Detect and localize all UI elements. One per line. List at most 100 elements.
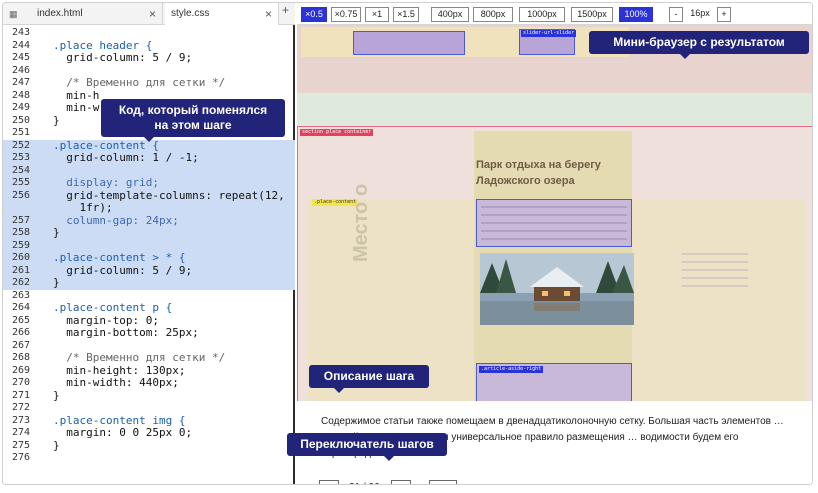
code-text: } bbox=[53, 226, 60, 239]
line-number: 246 bbox=[11, 64, 30, 76]
line-number: 264 bbox=[11, 302, 30, 313]
code-line[interactable]: 258} bbox=[3, 226, 295, 240]
font-decrease-button[interactable]: - bbox=[669, 7, 683, 22]
code-line[interactable]: 260 .place-content > * { bbox=[3, 251, 295, 265]
line-number: 265 bbox=[11, 314, 30, 326]
tab-style-css[interactable]: style.css × bbox=[165, 3, 279, 25]
line-number: 258 bbox=[11, 227, 30, 238]
width-button[interactable]: 100% bbox=[619, 7, 653, 22]
callout-code-changed: Код, который поменялся на этом шаге bbox=[101, 99, 285, 142]
mini-browser: ×0.5 ×0.75 ×1 ×1.5 400px 800px 1000px 1500px 100… bbox=[297, 3, 812, 484]
code-text: display: grid; bbox=[53, 176, 159, 189]
tab-label: style.css bbox=[171, 8, 210, 19]
aside-tag: .article-aside-right bbox=[479, 366, 544, 373]
width-button[interactable]: 1000px bbox=[519, 7, 565, 22]
code-line[interactable]: 256 grid-template-columns: repeat(12, bbox=[3, 189, 295, 202]
line-number: 271 bbox=[11, 389, 30, 401]
line-number: 256 bbox=[11, 189, 30, 201]
line-number: 250 bbox=[11, 114, 30, 126]
line-number: 274 bbox=[11, 427, 30, 438]
line-number: 260 bbox=[11, 252, 30, 263]
step-counter: 21 / 36 bbox=[349, 482, 385, 484]
add-tab-icon[interactable]: + bbox=[282, 3, 289, 17]
line-number: 245 bbox=[11, 52, 30, 63]
header-overlay bbox=[301, 27, 629, 57]
code-line[interactable]: 247 /* Временно для сетки */ bbox=[3, 76, 295, 90]
code-line[interactable]: 271} bbox=[3, 388, 295, 403]
zoom-button[interactable]: ×0.5 bbox=[301, 7, 327, 22]
code-line[interactable]: 266 margin-bottom: 25px; bbox=[3, 326, 295, 340]
code-text: } bbox=[53, 388, 60, 402]
diff-button[interactable]: diff bbox=[429, 480, 457, 484]
code-line[interactable]: 262} bbox=[3, 276, 295, 290]
code-area[interactable]: 243 244 .place header {245 grid-column: 5 … bbox=[3, 27, 295, 465]
code-line[interactable]: 1fr); bbox=[3, 201, 295, 215]
article-title: Парк отдыха на берегу Ладожского озера bbox=[476, 159, 601, 187]
line-number: 251 bbox=[11, 127, 30, 138]
zoom-button[interactable]: ×1.5 bbox=[393, 7, 419, 22]
code-text: min-width: 440px; bbox=[53, 376, 179, 389]
line-number: 267 bbox=[11, 339, 30, 351]
app-window: ▦ index.html × style.css × + 243 244 .plac… bbox=[2, 2, 813, 485]
code-line[interactable]: 270 min-width: 440px; bbox=[3, 376, 295, 390]
code-text: margin-bottom: 25px; bbox=[53, 326, 199, 339]
line-number: 266 bbox=[11, 327, 30, 338]
side-note bbox=[682, 253, 748, 293]
callout-text: Мини-браузер с результатом bbox=[613, 35, 785, 49]
zoom-button[interactable]: ×1 bbox=[365, 7, 389, 22]
line-number: 273 bbox=[11, 414, 30, 426]
close-icon[interactable]: × bbox=[149, 3, 156, 25]
line-number: 253 bbox=[11, 152, 30, 163]
zoom-button[interactable]: ×0.75 bbox=[331, 7, 361, 22]
width-button[interactable]: 1500px bbox=[571, 7, 613, 22]
next-step-button[interactable]: ▶ bbox=[391, 480, 411, 484]
font-size-value: 16px bbox=[685, 7, 715, 22]
spacer-band bbox=[297, 93, 812, 126]
step-separator: / bbox=[363, 482, 366, 484]
code-line[interactable]: 245 grid-column: 5 / 9; bbox=[3, 51, 295, 65]
tab-label: index.html bbox=[37, 8, 83, 19]
tab-index-html[interactable]: index.html × bbox=[25, 3, 163, 25]
code-line[interactable]: 272 bbox=[3, 402, 295, 415]
code-line[interactable]: 253 grid-column: 1 / -1; bbox=[3, 151, 295, 165]
callout-text: Переключатель шагов bbox=[300, 437, 434, 451]
width-button[interactable]: 400px bbox=[431, 7, 469, 22]
callout-text: Описание шага bbox=[323, 369, 415, 383]
close-icon[interactable]: × bbox=[265, 3, 272, 25]
code-line[interactable]: 275} bbox=[3, 438, 295, 453]
line-number: 261 bbox=[11, 264, 30, 276]
section-tag: section place container bbox=[300, 129, 374, 136]
code-text: } bbox=[53, 113, 60, 127]
section-watermark: Место о bbox=[350, 183, 372, 262]
code-line[interactable]: 257 column-gap: 24px; bbox=[3, 213, 295, 227]
prev-step-button[interactable]: ◀ bbox=[319, 480, 339, 484]
code-text: grid-column: 1 / -1; bbox=[53, 151, 199, 164]
font-increase-button[interactable]: + bbox=[717, 7, 731, 22]
aside-block: .article-aside-right bbox=[476, 363, 632, 403]
callout-mini-browser: Мини-браузер с результатом bbox=[589, 31, 809, 59]
code-text: column-gap: 24px; bbox=[53, 213, 179, 227]
code-text: .place-content > * { bbox=[53, 251, 186, 264]
code-text: } bbox=[53, 438, 60, 452]
code-line[interactable]: 255 display: grid; bbox=[3, 176, 295, 190]
line-number: 262 bbox=[11, 277, 30, 288]
code-line[interactable]: 276 bbox=[3, 452, 295, 465]
line-number: 254 bbox=[11, 164, 30, 176]
line-number: 249 bbox=[11, 102, 30, 113]
code-line[interactable]: 268 /* Временно для сетки */ bbox=[3, 351, 295, 365]
callout-step-switcher: Переключатель шагов bbox=[287, 433, 447, 461]
code-line[interactable]: 261 grid-column: 5 / 9; bbox=[3, 263, 295, 277]
width-button[interactable]: 800px bbox=[473, 7, 513, 22]
code-line[interactable]: 274 margin: 0 0 25px 0; bbox=[3, 426, 295, 440]
code-line[interactable]: 264 .place-content p { bbox=[3, 301, 295, 315]
grid-icon[interactable]: ▦ bbox=[9, 8, 21, 20]
code-editor: ▦ index.html × style.css × + 243 244 .plac… bbox=[3, 3, 295, 484]
code-line[interactable]: 243 bbox=[3, 27, 295, 40]
callout-step-description: Описание шага bbox=[309, 365, 429, 393]
callout-text: Код, который поменялся на этом шаге bbox=[118, 103, 268, 132]
code-text: grid-column: 5 / 9; bbox=[53, 263, 193, 277]
line-number: 263 bbox=[11, 289, 30, 301]
line-number: 247 bbox=[11, 77, 30, 88]
line-number: 244 bbox=[11, 39, 30, 51]
code-text: /* Временно для сетки */ bbox=[53, 76, 226, 89]
